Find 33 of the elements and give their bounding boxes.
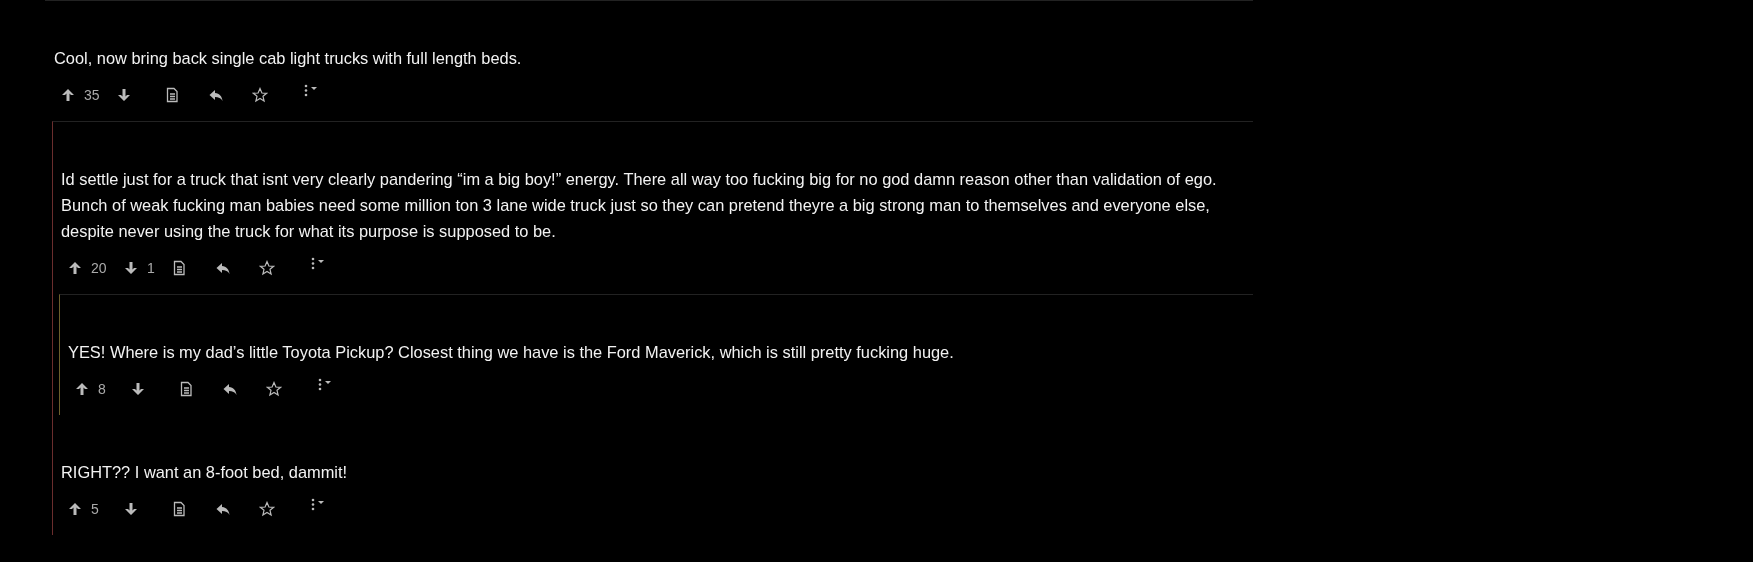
document-icon[interactable] (171, 501, 187, 517)
comment-text: Id settle just for a truck that isnt very clearly pandering “im a big boy!” energy. There all way too fucking big for no god damn reason other than validation of ego. Bunch of weak fucking man babies need some million ton 3 lane wide truck just so they can pretend theyre a big strong man to themselves and everyone else, despite never using the truck for what its purpose is supposed to be. (61, 169, 1218, 242)
downvote-icon[interactable] (123, 260, 139, 276)
reply-icon[interactable] (208, 87, 224, 103)
star-icon[interactable] (252, 87, 268, 103)
reply-icon[interactable] (215, 260, 231, 276)
comment-text: Cool, now bring back single cab light trucks with full length beds. (54, 48, 523, 69)
document-icon[interactable] (164, 87, 180, 103)
upvote-icon[interactable] (74, 381, 90, 397)
downvote-icon[interactable] (130, 381, 146, 397)
more-options-icon[interactable] (309, 497, 325, 513)
upvote-icon[interactable] (67, 501, 83, 517)
comment-text: RIGHT?? I want an 8-foot bed, dammit! (61, 462, 349, 483)
downvote-icon[interactable] (116, 87, 132, 103)
star-icon[interactable] (259, 260, 275, 276)
reply-icon[interactable] (215, 501, 231, 517)
upvote-count: 20 (91, 260, 107, 276)
upvote-count: 8 (98, 381, 106, 397)
more-options-icon[interactable] (316, 377, 332, 393)
downvote-icon[interactable] (123, 501, 139, 517)
more-options-icon[interactable] (309, 256, 325, 272)
downvote-count: 1 (147, 260, 155, 276)
comment-text: YES! Where is my dad’s little Toyota Pickup? Closest thing we have is the Ford Maverick, which is still pretty fucking huge. (68, 342, 955, 363)
star-icon[interactable] (259, 501, 275, 517)
reply-icon[interactable] (222, 381, 238, 397)
upvote-count: 5 (91, 501, 99, 517)
upvote-icon[interactable] (60, 87, 76, 103)
more-options-icon[interactable] (302, 83, 318, 99)
star-icon[interactable] (266, 381, 282, 397)
document-icon[interactable] (171, 260, 187, 276)
upvote-count: 35 (84, 87, 100, 103)
document-icon[interactable] (178, 381, 194, 397)
upvote-icon[interactable] (67, 260, 83, 276)
